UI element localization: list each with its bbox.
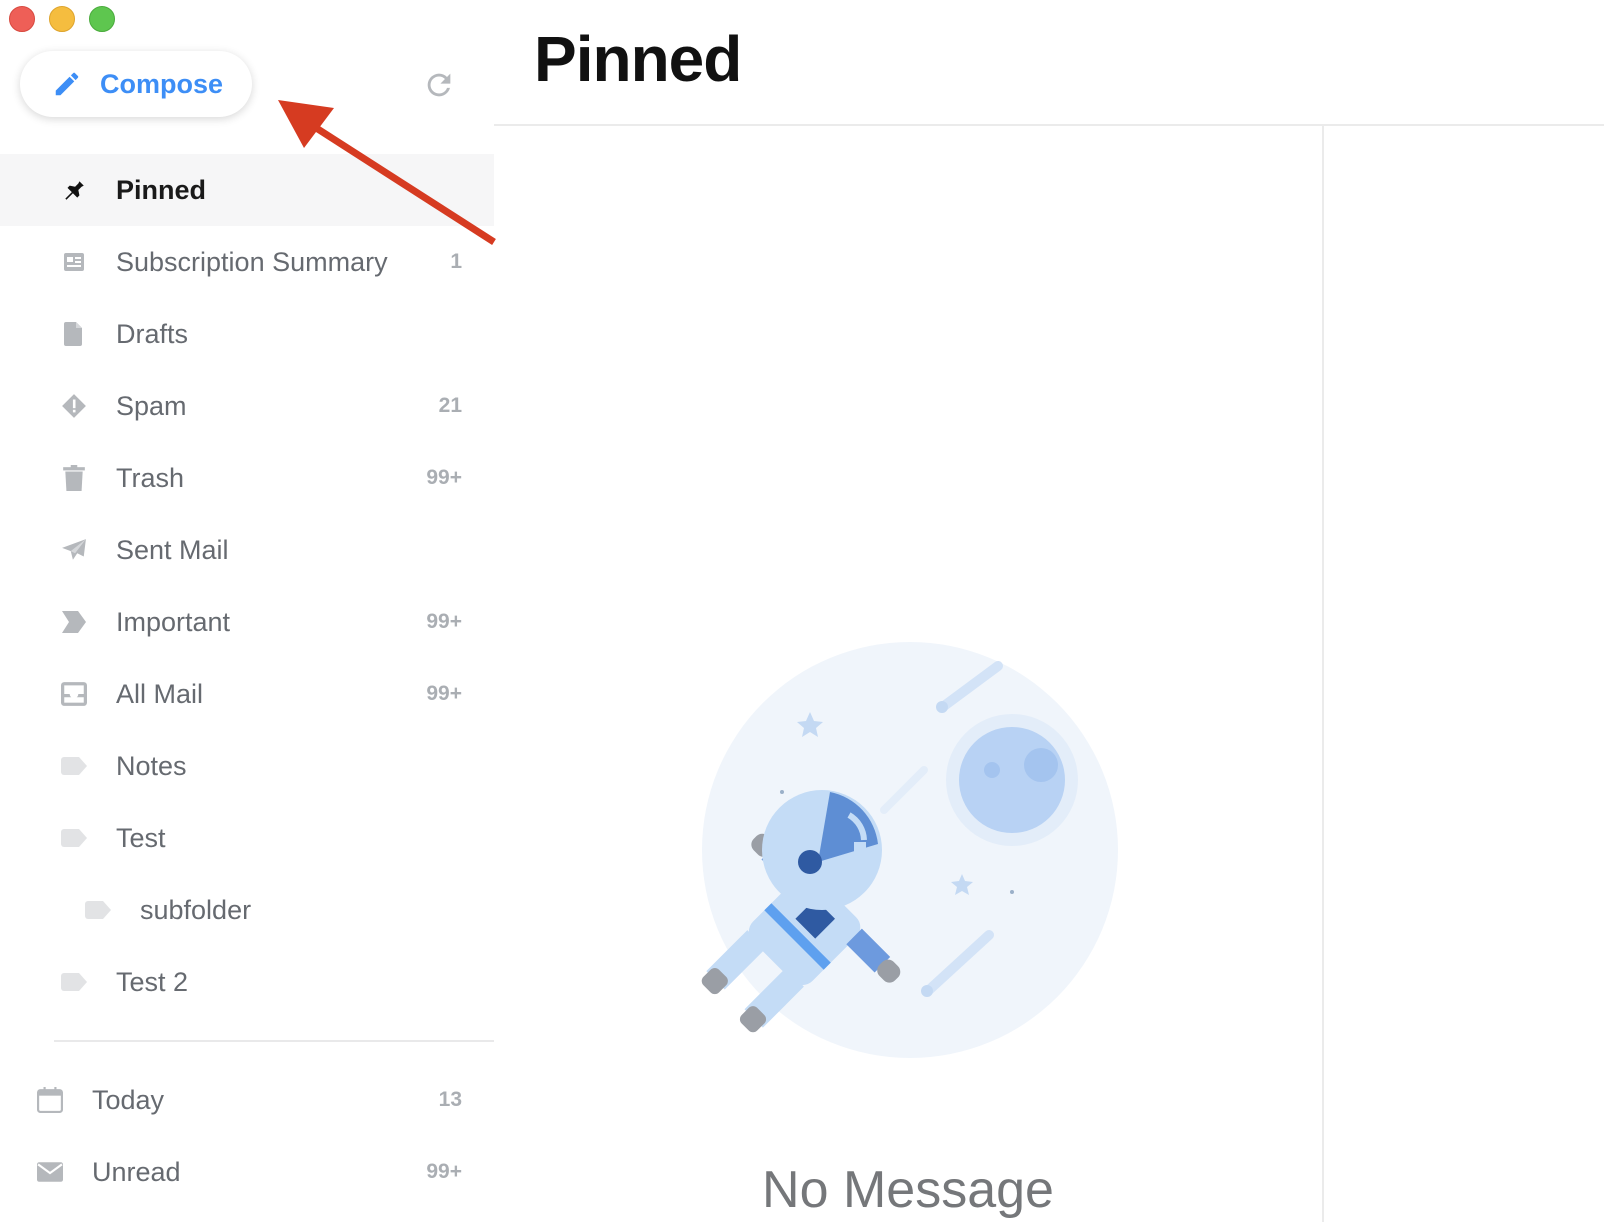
folder-important[interactable]: Important 99+ bbox=[0, 586, 494, 658]
folder-drafts[interactable]: Drafts bbox=[0, 298, 494, 370]
label-icon bbox=[85, 897, 111, 923]
minimize-window-button[interactable] bbox=[49, 6, 75, 32]
inbox-tray-icon bbox=[61, 681, 87, 707]
folder-test[interactable]: Test bbox=[0, 802, 494, 874]
folder-all-mail[interactable]: All Mail 99+ bbox=[0, 658, 494, 730]
compose-button[interactable]: Compose bbox=[20, 51, 252, 117]
unread-count: 13 bbox=[438, 1088, 462, 1111]
folder-trash[interactable]: Trash 99+ bbox=[0, 442, 494, 514]
unread-count: 99+ bbox=[426, 466, 462, 489]
message-list-pane: Pinned No Message bbox=[494, 0, 1604, 1222]
file-icon bbox=[61, 321, 87, 347]
folder-spam[interactable]: Spam 21 bbox=[0, 370, 494, 442]
smart-folder-list: Today 13 Unread 99+ bbox=[0, 1064, 494, 1208]
smart-folder-unread[interactable]: Unread 99+ bbox=[0, 1136, 494, 1208]
folder-subfolder[interactable]: subfolder bbox=[0, 874, 494, 946]
warning-diamond-icon bbox=[61, 393, 87, 419]
window-controls bbox=[9, 6, 115, 32]
folder-sent-mail[interactable]: Sent Mail bbox=[0, 514, 494, 586]
paper-plane-icon bbox=[61, 537, 87, 563]
folder-list: Pinned Subscription Summary 1 Drafts Spa… bbox=[0, 154, 494, 1018]
unread-count: 21 bbox=[438, 394, 462, 417]
maximize-window-button[interactable] bbox=[89, 6, 115, 32]
folder-notes[interactable]: Notes bbox=[0, 730, 494, 802]
folder-test-2[interactable]: Test 2 bbox=[0, 946, 494, 1018]
pane-divider bbox=[1322, 126, 1324, 1222]
sidebar-divider bbox=[54, 1040, 494, 1042]
page-title: Pinned bbox=[534, 23, 742, 95]
calendar-icon bbox=[37, 1087, 63, 1113]
pin-icon bbox=[61, 177, 87, 203]
unread-count: 99+ bbox=[426, 610, 462, 633]
smart-folder-today[interactable]: Today 13 bbox=[0, 1064, 494, 1136]
envelope-icon bbox=[37, 1159, 63, 1185]
important-tag-icon bbox=[61, 609, 87, 635]
unread-count: 99+ bbox=[426, 1160, 462, 1183]
annotation-arrow bbox=[278, 100, 496, 245]
astronaut-illustration bbox=[701, 642, 1118, 1058]
trash-icon bbox=[61, 465, 87, 491]
unread-count: 99+ bbox=[426, 682, 462, 705]
label-icon bbox=[61, 753, 87, 779]
compose-label: Compose bbox=[100, 68, 224, 99]
label-icon bbox=[61, 969, 87, 995]
newspaper-icon bbox=[61, 249, 87, 275]
empty-state-text: No Message bbox=[762, 1161, 1054, 1219]
label-icon bbox=[61, 825, 87, 851]
header-divider bbox=[494, 124, 1604, 126]
close-window-button[interactable] bbox=[9, 6, 35, 32]
pencil-icon bbox=[55, 72, 79, 96]
